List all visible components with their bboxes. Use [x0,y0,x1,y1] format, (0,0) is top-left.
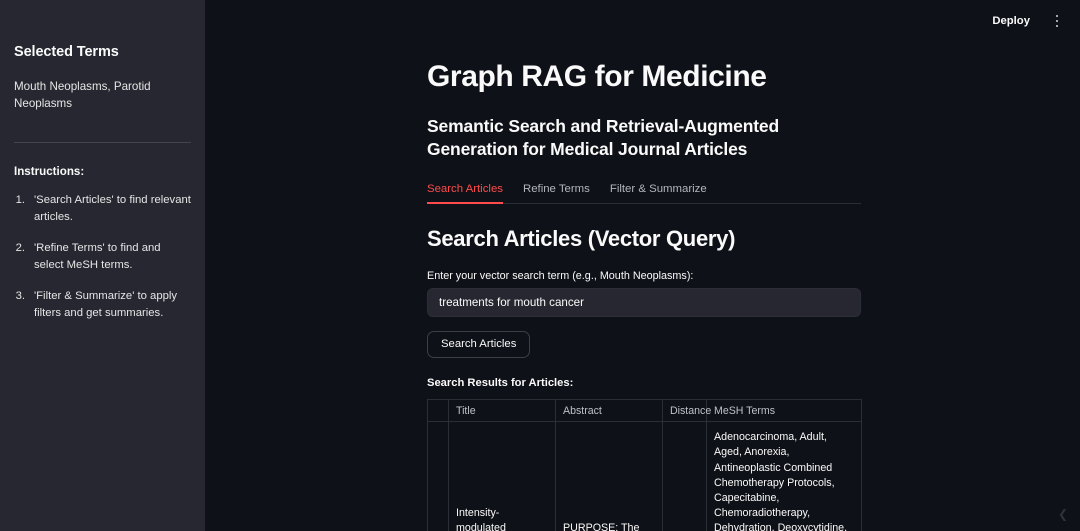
table-header-row: Title Abstract Distance MeSH Terms [428,400,862,422]
list-item-label: 'Search Articles' to find relevant artic… [34,192,191,227]
top-toolbar: Deploy [205,0,1080,42]
page-subtitle: Semantic Search and Retrieval-Augmented … [427,115,867,161]
kebab-menu-icon[interactable] [1048,12,1066,30]
list-item-number: 3. [14,288,34,323]
results-label: Search Results for Articles: [427,377,1067,389]
list-item: 3. 'Filter & Summarize' to apply filters… [14,288,191,323]
list-item: 1. 'Search Articles' to find relevant ar… [14,192,191,227]
search-results-table[interactable]: Title Abstract Distance MeSH Terms 0 Int… [427,399,862,531]
instructions-heading: Instructions: [14,165,191,178]
deploy-button[interactable]: Deploy [986,11,1036,31]
tab-refine-terms[interactable]: Refine Terms [523,183,590,203]
search-input[interactable] [427,288,861,317]
list-item-number: 2. [14,240,34,275]
cell-index: 0 [428,422,449,531]
kebab-dot [1056,20,1059,23]
cell-abstract: PURPOSE: The goal of this study was to e… [556,422,663,531]
search-articles-button[interactable]: Search Articles [427,331,530,358]
table-body: 0 Intensity-modulated radiation therapy … [428,422,862,531]
sidebar: Selected Terms Mouth Neoplasms, Parotid … [0,0,205,531]
column-header-abstract[interactable]: Abstract [556,400,663,422]
chevron-collapse-icon[interactable]: ❮ [1054,505,1072,523]
table-row[interactable]: 0 Intensity-modulated radiation therapy … [428,422,862,531]
tab-bar: Search Articles Refine Terms Filter & Su… [427,183,861,204]
main-content: Deploy Graph RAG for Medicine Semantic S… [205,0,1080,531]
content-column: Graph RAG for Medicine Semantic Search a… [427,0,1067,531]
kebab-dot [1056,25,1059,28]
cell-title: Intensity-modulated radiation therapy wi… [449,422,556,531]
section-title: Search Articles (Vector Query) [427,226,1067,252]
list-item: 2. 'Refine Terms' to find and select MeS… [14,240,191,275]
list-item-number: 1. [14,192,34,227]
sidebar-divider [14,142,191,143]
column-header-title[interactable]: Title [449,400,556,422]
column-header-index[interactable] [428,400,449,422]
app-root: Selected Terms Mouth Neoplasms, Parotid … [0,0,1080,531]
column-header-distance[interactable]: Distance [663,400,707,422]
sidebar-title: Selected Terms [14,44,191,60]
tab-search-articles[interactable]: Search Articles [427,183,503,203]
column-header-mesh-terms[interactable]: MeSH Terms [707,400,862,422]
tab-filter-summarize[interactable]: Filter & Summarize [610,183,707,203]
cell-distance: 0.5593 [663,422,707,531]
list-item-label: 'Filter & Summarize' to apply filters an… [34,288,191,323]
page-title: Graph RAG for Medicine [427,60,1067,95]
list-item-label: 'Refine Terms' to find and select MeSH t… [34,240,191,275]
search-input-label: Enter your vector search term (e.g., Mou… [427,270,1067,282]
table-header: Title Abstract Distance MeSH Terms [428,400,862,422]
cell-mesh-terms: Adenocarcinoma, Adult, Aged, Anorexia, A… [707,422,862,531]
kebab-dot [1056,15,1059,18]
instructions-list: 1. 'Search Articles' to find relevant ar… [14,192,191,323]
selected-terms-value: Mouth Neoplasms, Parotid Neoplasms [14,78,191,113]
